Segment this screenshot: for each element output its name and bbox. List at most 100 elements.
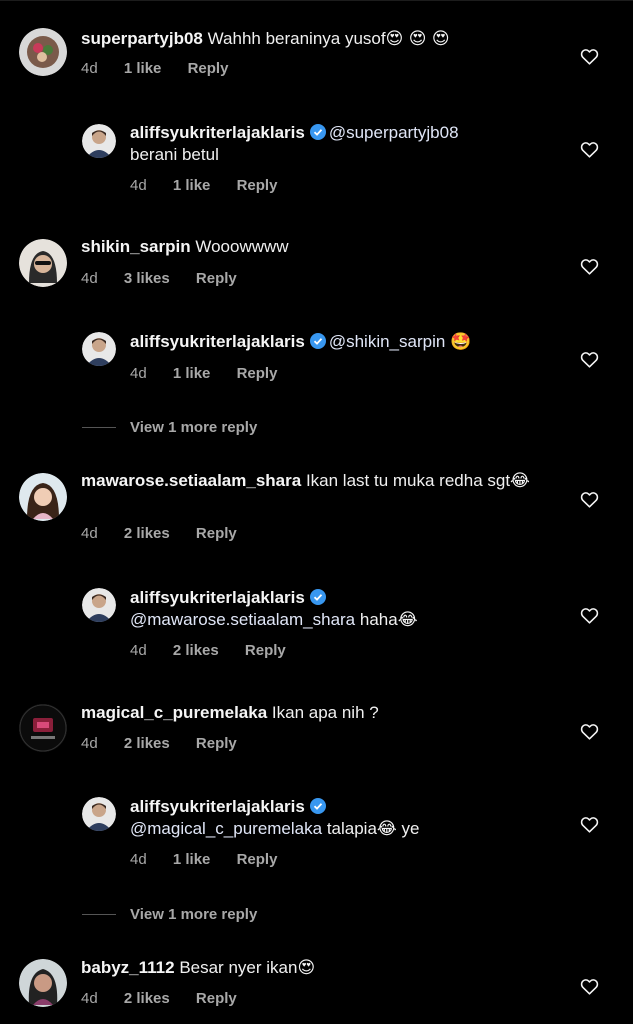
- comment-body: shikin_sarpin Wooowwww: [81, 236, 563, 258]
- reply-button[interactable]: Reply: [196, 990, 237, 1007]
- emoji: 😂: [510, 471, 530, 491]
- comment-meta: 4d 1 like Reply: [130, 851, 277, 868]
- like-count[interactable]: 2 likes: [173, 642, 219, 659]
- username[interactable]: superpartyjb08: [81, 29, 203, 48]
- like-count[interactable]: 1 like: [173, 177, 211, 194]
- view-more-label[interactable]: View 1 more reply: [130, 906, 257, 923]
- comment-body: magical_c_puremelaka Ikan apa nih ?: [81, 702, 563, 724]
- avatar[interactable]: [19, 28, 67, 76]
- comment-body: aliffsyukriterlajaklaris @magical_c_pure…: [130, 796, 563, 840]
- comment-text-suffix: ye: [401, 819, 420, 838]
- reply-button[interactable]: Reply: [237, 177, 278, 194]
- avatar[interactable]: [19, 473, 67, 521]
- emoji: 😍: [297, 958, 316, 978]
- comment-meta: 4d 1 like Reply: [130, 177, 277, 194]
- heart-icon[interactable]: [580, 351, 599, 368]
- avatar[interactable]: [82, 588, 116, 622]
- heart-icon[interactable]: [580, 491, 599, 508]
- comment-text: haha: [359, 610, 398, 629]
- username[interactable]: aliffsyukriterlajaklaris: [130, 588, 305, 607]
- username[interactable]: shikin_sarpin: [81, 237, 191, 256]
- comment-meta: 4d 2 likes Reply: [81, 735, 237, 752]
- comment-text: Ikan apa nih ?: [271, 703, 379, 722]
- timestamp: 4d: [130, 642, 147, 659]
- comment-meta: 4d 2 likes Reply: [81, 525, 237, 542]
- comment-text: berani betul: [130, 145, 219, 164]
- comment-body: aliffsyukriterlajaklaris @mawarose.setia…: [130, 587, 563, 631]
- reply-button[interactable]: Reply: [196, 525, 237, 542]
- heart-icon[interactable]: [580, 723, 599, 740]
- heart-icon[interactable]: [580, 816, 599, 833]
- reply-button[interactable]: Reply: [237, 851, 278, 868]
- emoji: 😂: [397, 610, 418, 630]
- verified-badge-icon: [309, 589, 326, 605]
- username[interactable]: aliffsyukriterlajaklaris: [130, 332, 305, 351]
- timestamp: 4d: [130, 365, 147, 382]
- username[interactable]: mawarose.setiaalam_shara: [81, 471, 301, 490]
- mention-link[interactable]: @superpartyjb08: [329, 123, 459, 142]
- top-divider: [0, 0, 633, 1]
- verified-badge-icon: [309, 124, 326, 140]
- comment-body: aliffsyukriterlajaklaris @superpartyjb08 …: [130, 122, 563, 166]
- comment-text: Ikan last tu muka redha sgt: [305, 471, 511, 490]
- mention-link[interactable]: @shikin_sarpin: [329, 332, 445, 351]
- like-count[interactable]: 2 likes: [124, 525, 170, 542]
- comment-meta: 4d 2 likes Reply: [130, 642, 286, 659]
- like-count[interactable]: 1 like: [124, 60, 162, 77]
- comment-meta: 4d 3 likes Reply: [81, 270, 237, 287]
- comment-body: superpartyjb08 Wahhh beraninya yusof😍 😍 …: [81, 28, 563, 50]
- timestamp: 4d: [130, 177, 147, 194]
- avatar[interactable]: [82, 124, 116, 158]
- timestamp: 4d: [81, 735, 98, 752]
- like-count[interactable]: 1 like: [173, 851, 211, 868]
- comment-text: talapia: [326, 819, 377, 838]
- heart-icon[interactable]: [580, 607, 599, 624]
- reply-button[interactable]: Reply: [245, 642, 286, 659]
- heart-icon[interactable]: [580, 978, 599, 995]
- heart-icon[interactable]: [580, 141, 599, 158]
- mention-link[interactable]: @magical_c_puremelaka: [130, 819, 322, 838]
- divider-line: [82, 426, 116, 428]
- view-more-label[interactable]: View 1 more reply: [130, 419, 257, 436]
- emoji: 🤩: [450, 332, 472, 352]
- avatar[interactable]: [19, 239, 67, 287]
- avatar[interactable]: [19, 959, 67, 1007]
- reply-button[interactable]: Reply: [196, 735, 237, 752]
- timestamp: 4d: [81, 270, 98, 287]
- heart-icon[interactable]: [580, 48, 599, 65]
- emoji: 😂: [376, 819, 397, 839]
- reply-button[interactable]: Reply: [237, 365, 278, 382]
- comment-body: aliffsyukriterlajaklaris @shikin_sarpin 🤩: [130, 331, 563, 353]
- mention-link[interactable]: @mawarose.setiaalam_shara: [130, 610, 355, 629]
- username[interactable]: aliffsyukriterlajaklaris: [130, 797, 305, 816]
- view-more-replies[interactable]: View 1 more reply: [82, 416, 257, 438]
- avatar[interactable]: [19, 704, 67, 752]
- divider-line: [82, 913, 116, 915]
- reply-button[interactable]: Reply: [196, 270, 237, 287]
- username[interactable]: babyz_1112: [81, 958, 175, 977]
- comment-meta: 4d 2 likes Reply: [81, 990, 237, 1007]
- view-more-replies[interactable]: View 1 more reply: [82, 903, 257, 925]
- comment-text: Wahhh beraninya yusof: [207, 29, 386, 48]
- comment-meta: 4d 1 like Reply: [81, 60, 228, 77]
- comment-meta: 4d 1 like Reply: [130, 365, 277, 382]
- timestamp: 4d: [81, 990, 98, 1007]
- avatar[interactable]: [82, 332, 116, 366]
- like-count[interactable]: 2 likes: [124, 735, 170, 752]
- username[interactable]: magical_c_puremelaka: [81, 703, 267, 722]
- comment-text: Besar nyer ikan: [179, 958, 298, 977]
- timestamp: 4d: [81, 60, 98, 77]
- like-count[interactable]: 2 likes: [124, 990, 170, 1007]
- reply-button[interactable]: Reply: [188, 60, 229, 77]
- timestamp: 4d: [130, 851, 147, 868]
- comment-text: Wooowwww: [195, 237, 289, 256]
- verified-badge-icon: [309, 333, 326, 349]
- verified-badge-icon: [309, 798, 326, 814]
- like-count[interactable]: 1 like: [173, 365, 211, 382]
- emoji: 😍 😍 😍: [385, 29, 450, 49]
- like-count[interactable]: 3 likes: [124, 270, 170, 287]
- avatar[interactable]: [82, 797, 116, 831]
- heart-icon[interactable]: [580, 258, 599, 275]
- username[interactable]: aliffsyukriterlajaklaris: [130, 123, 305, 142]
- comment-body: mawarose.setiaalam_shara Ikan last tu mu…: [81, 470, 563, 492]
